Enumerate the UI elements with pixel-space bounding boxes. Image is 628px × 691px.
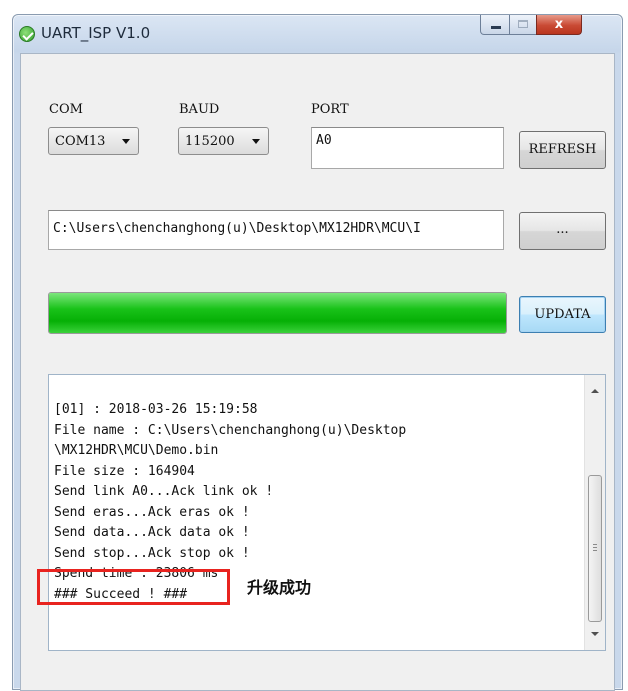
update-button[interactable]: UPDATA <box>519 296 606 333</box>
maximize-icon <box>518 20 528 28</box>
com-label: COM <box>49 102 83 117</box>
log-line: Send link A0...Ack link ok ! <box>54 484 274 499</box>
log-line: File size : 164904 <box>54 463 195 479</box>
log-scrollbar[interactable] <box>584 375 605 650</box>
close-button[interactable]: x <box>536 15 582 35</box>
minimize-icon <box>491 26 501 29</box>
chevron-down-icon <box>252 139 260 144</box>
window-title: UART_ISP V1.0 <box>41 24 151 42</box>
log-line: File name : C:\Users\chenchanghong(u)\De… <box>54 422 407 438</box>
log-line: Send stop...Ack stop ok ! <box>54 545 250 561</box>
log-line: [01] : 2018-03-26 15:19:58 <box>54 402 258 417</box>
grip-line <box>593 550 597 551</box>
baud-select[interactable]: 115200 <box>178 127 269 155</box>
close-icon: x <box>554 17 564 32</box>
browse-button[interactable]: ... <box>519 212 606 250</box>
minimize-button[interactable] <box>480 15 510 35</box>
file-path-value: C:\Users\chenchanghong(u)\Desktop\MX12HD… <box>53 221 421 236</box>
maximize-button <box>509 15 537 35</box>
screenshot-stage: UART_ISP V1.0 x COM COM13 BAUD 115200 PO… <box>0 0 628 691</box>
grip-line <box>593 544 597 545</box>
file-path-input[interactable]: C:\Users\chenchanghong(u)\Desktop\MX12HD… <box>48 210 504 250</box>
log-output[interactable]: [01] : 2018-03-26 15:19:58 File name : C:… <box>48 374 606 651</box>
com-select-value: COM13 <box>55 134 106 149</box>
log-line: \MX12HDR\MCU\Demo.bin <box>54 443 219 458</box>
title-bar[interactable]: UART_ISP V1.0 x <box>13 15 622 53</box>
success-highlight-box <box>37 569 230 605</box>
scroll-thumb[interactable] <box>588 475 602 622</box>
port-label: PORT <box>311 102 349 117</box>
progress-bar <box>48 292 507 334</box>
success-annotation: 升级成功 <box>247 578 312 597</box>
port-input[interactable]: A0 <box>311 127 504 169</box>
baud-select-value: 115200 <box>185 134 235 149</box>
refresh-button[interactable]: REFRESH <box>519 131 606 169</box>
log-line: Send eras...Ack eras ok ! <box>54 504 250 520</box>
grip-line <box>593 547 597 548</box>
app-icon <box>19 26 35 42</box>
baud-label: BAUD <box>179 102 220 117</box>
com-select[interactable]: COM13 <box>48 127 139 155</box>
progress-fill <box>49 293 506 333</box>
scroll-up-icon[interactable] <box>591 389 599 393</box>
log-line: Send data...Ack data ok ! <box>54 525 250 540</box>
chevron-down-icon <box>122 139 130 144</box>
scroll-down-icon[interactable] <box>591 632 599 636</box>
port-input-value: A0 <box>316 133 332 148</box>
